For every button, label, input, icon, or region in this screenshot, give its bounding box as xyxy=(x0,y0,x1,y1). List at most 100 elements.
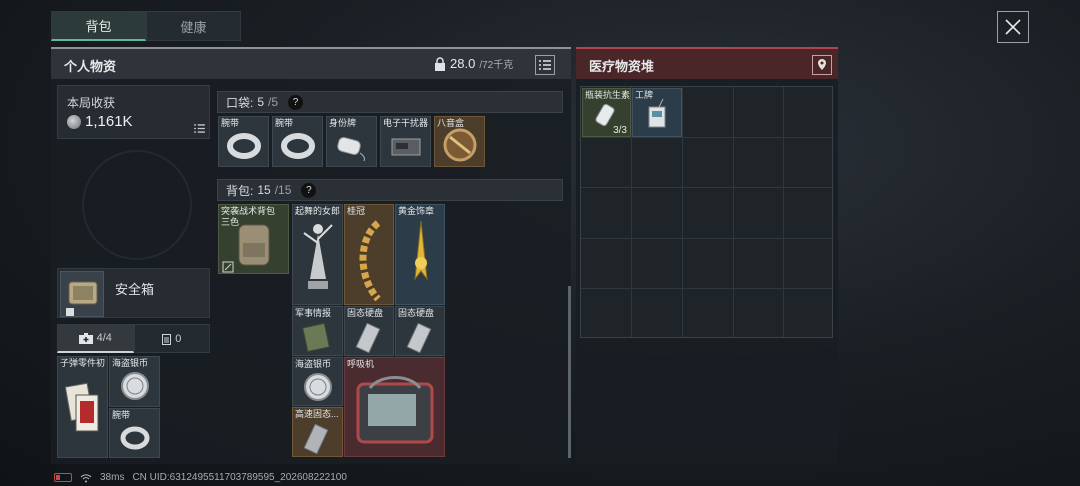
earnings-value-row: 1,161K xyxy=(67,113,133,130)
pocket-count: 5 xyxy=(257,95,265,109)
earnings-label: 本局收获 xyxy=(67,96,116,110)
music-box-icon xyxy=(443,128,477,162)
laurel-icon xyxy=(359,220,381,302)
jammer-device-icon xyxy=(391,138,421,156)
personal-inventory-header: 个人物资 28.0/72千克 xyxy=(51,47,571,79)
safe-box-contents: 子弹零件初 海盗银币 腕带 xyxy=(57,356,160,458)
loot-grid: 瓶装抗生素 3/3 工牌 xyxy=(580,86,833,338)
weight-current: 28.0 xyxy=(450,56,476,71)
loot-item-antibiotics[interactable]: 瓶装抗生素 3/3 xyxy=(582,88,631,137)
sort-list-button[interactable] xyxy=(535,55,555,75)
item-name: 固态硬盘 xyxy=(347,308,384,318)
item-laurel-crown[interactable]: 桂冠 xyxy=(344,204,394,305)
item-gold-badge[interactable]: 黄金饰章 xyxy=(395,204,445,305)
pocket-item-wristband-1[interactable]: 腕带 xyxy=(218,116,269,167)
item-name: 呼吸机 xyxy=(347,359,375,369)
item-bullet-parts[interactable]: 子弹零件初 xyxy=(57,356,108,458)
ssd-icon xyxy=(406,323,432,353)
medical-slot-count: 4/4 xyxy=(96,332,112,344)
item-name: 腕带 xyxy=(221,118,240,128)
loot-item-work-badge[interactable]: 工牌 xyxy=(632,88,682,137)
medical-loot-header: 医疗物资堆 xyxy=(576,47,838,79)
list-icon xyxy=(539,60,551,70)
wifi-icon xyxy=(80,473,92,482)
item-name: 海盗银币 xyxy=(112,358,149,368)
panel-title: 个人物资 xyxy=(64,59,117,74)
close-icon xyxy=(1005,19,1021,35)
item-name: 起舞的女郎 xyxy=(295,206,341,216)
item-high-speed-ssd[interactable]: 高速固态... xyxy=(292,407,343,457)
faction-emblem-watermark xyxy=(82,150,192,260)
pocket-item-dog-tag[interactable]: 身份牌 xyxy=(326,116,377,167)
item-name: 海盗银币 xyxy=(295,359,332,369)
weight-max: /72千克 xyxy=(479,60,514,71)
gold-badge-icon xyxy=(414,220,428,281)
loot-panel-title: 医疗物资堆 xyxy=(589,59,655,74)
wristband-icon xyxy=(281,133,315,159)
tab-bar: 背包 健康 xyxy=(51,11,241,41)
help-icon[interactable]: ? xyxy=(301,182,317,198)
item-wristband[interactable]: 腕带 xyxy=(109,408,160,458)
dog-tag-icon xyxy=(337,137,365,162)
safe-box-slot[interactable]: 安全箱 xyxy=(57,268,210,318)
item-name: 电子干扰器 xyxy=(383,118,429,128)
backpack-grid: 起舞的女郎 桂冠 黄金饰章 军事情报 固态硬盘 固态硬盘 海盗银币 呼吸机 高速… xyxy=(292,204,445,457)
pocket-item-jammer[interactable]: 电子干扰器 xyxy=(380,116,431,167)
container-sub-tabs: 4/4 0 xyxy=(57,324,210,353)
silver-coin-icon xyxy=(121,372,149,400)
pocket-capacity: /5 xyxy=(268,95,279,109)
item-name: 桂冠 xyxy=(347,206,366,216)
earnings-box[interactable]: 本局收获 1,161K xyxy=(57,85,210,139)
item-ssd-2[interactable]: 固态硬盘 xyxy=(395,306,445,356)
tab-health[interactable]: 健康 xyxy=(146,11,241,41)
help-icon[interactable]: ? xyxy=(288,94,304,110)
equipped-backpack[interactable]: 突袭战术背包三色 xyxy=(218,204,289,274)
pocket-slots: 腕带 腕带 身份牌 电子干扰器 八音盒 xyxy=(218,116,486,168)
item-name: 腕带 xyxy=(112,410,131,420)
document-slot-count: 0 xyxy=(175,332,182,345)
user-uid: CN UID:6312495511703789595_202608222100 xyxy=(132,472,347,483)
item-pirate-coin[interactable]: 海盗银币 xyxy=(292,357,343,406)
close-button[interactable] xyxy=(997,11,1029,43)
pocket-item-music-box[interactable]: 八音盒 xyxy=(434,116,485,167)
ping-value: 38ms xyxy=(100,472,125,483)
item-name: 固态硬盘 xyxy=(398,308,435,318)
medkit-icon xyxy=(78,332,93,344)
safe-box-label: 安全箱 xyxy=(115,282,155,297)
item-ssd-1[interactable]: 固态硬盘 xyxy=(344,306,394,356)
item-name: 高速固态... xyxy=(295,409,339,419)
tab-backpack[interactable]: 背包 xyxy=(51,11,146,41)
scrollbar[interactable] xyxy=(568,286,571,458)
status-bar: 38ms CN UID:6312495511703789595_20260822… xyxy=(54,472,347,483)
swap-icon xyxy=(222,261,234,273)
backpack-count: 15 xyxy=(257,183,271,197)
item-name: 黄金饰章 xyxy=(398,206,435,216)
item-ventilator[interactable]: 呼吸机 xyxy=(344,357,445,457)
item-pirate-coin[interactable]: 海盗银币 xyxy=(109,356,160,407)
location-pin-icon xyxy=(818,59,826,70)
safe-box-item[interactable] xyxy=(60,271,104,317)
playing-card-icon xyxy=(64,382,99,432)
wristband-icon xyxy=(227,133,261,159)
item-name: 腕带 xyxy=(275,118,294,128)
earnings-value: 1,161K xyxy=(85,113,133,130)
item-military-intel[interactable]: 军事情报 xyxy=(292,306,343,356)
ssd-icon xyxy=(355,323,381,353)
backpack-capacity: /15 xyxy=(274,183,292,197)
item-quantity: 3/3 xyxy=(613,125,627,136)
location-button[interactable] xyxy=(812,55,832,75)
backpack-icon xyxy=(238,224,270,266)
pocket-label: 口袋: xyxy=(226,95,254,110)
item-dancing-lady[interactable]: 起舞的女郎 xyxy=(292,204,343,305)
wristband-icon xyxy=(120,426,150,450)
statue-icon xyxy=(303,224,333,289)
lock-icon xyxy=(435,56,445,71)
pocket-section-header: 口袋: 5/5 ? xyxy=(217,91,563,113)
id-badge-icon xyxy=(648,98,666,128)
tab-medical-slots[interactable]: 4/4 xyxy=(57,324,134,353)
backpack-section-header: 背包: 15/15 ? xyxy=(217,179,563,201)
pocket-item-wristband-2[interactable]: 腕带 xyxy=(272,116,323,167)
tab-document-slots[interactable]: 0 xyxy=(133,324,210,353)
clipboard-icon xyxy=(162,333,172,345)
ssd-icon xyxy=(303,424,329,454)
